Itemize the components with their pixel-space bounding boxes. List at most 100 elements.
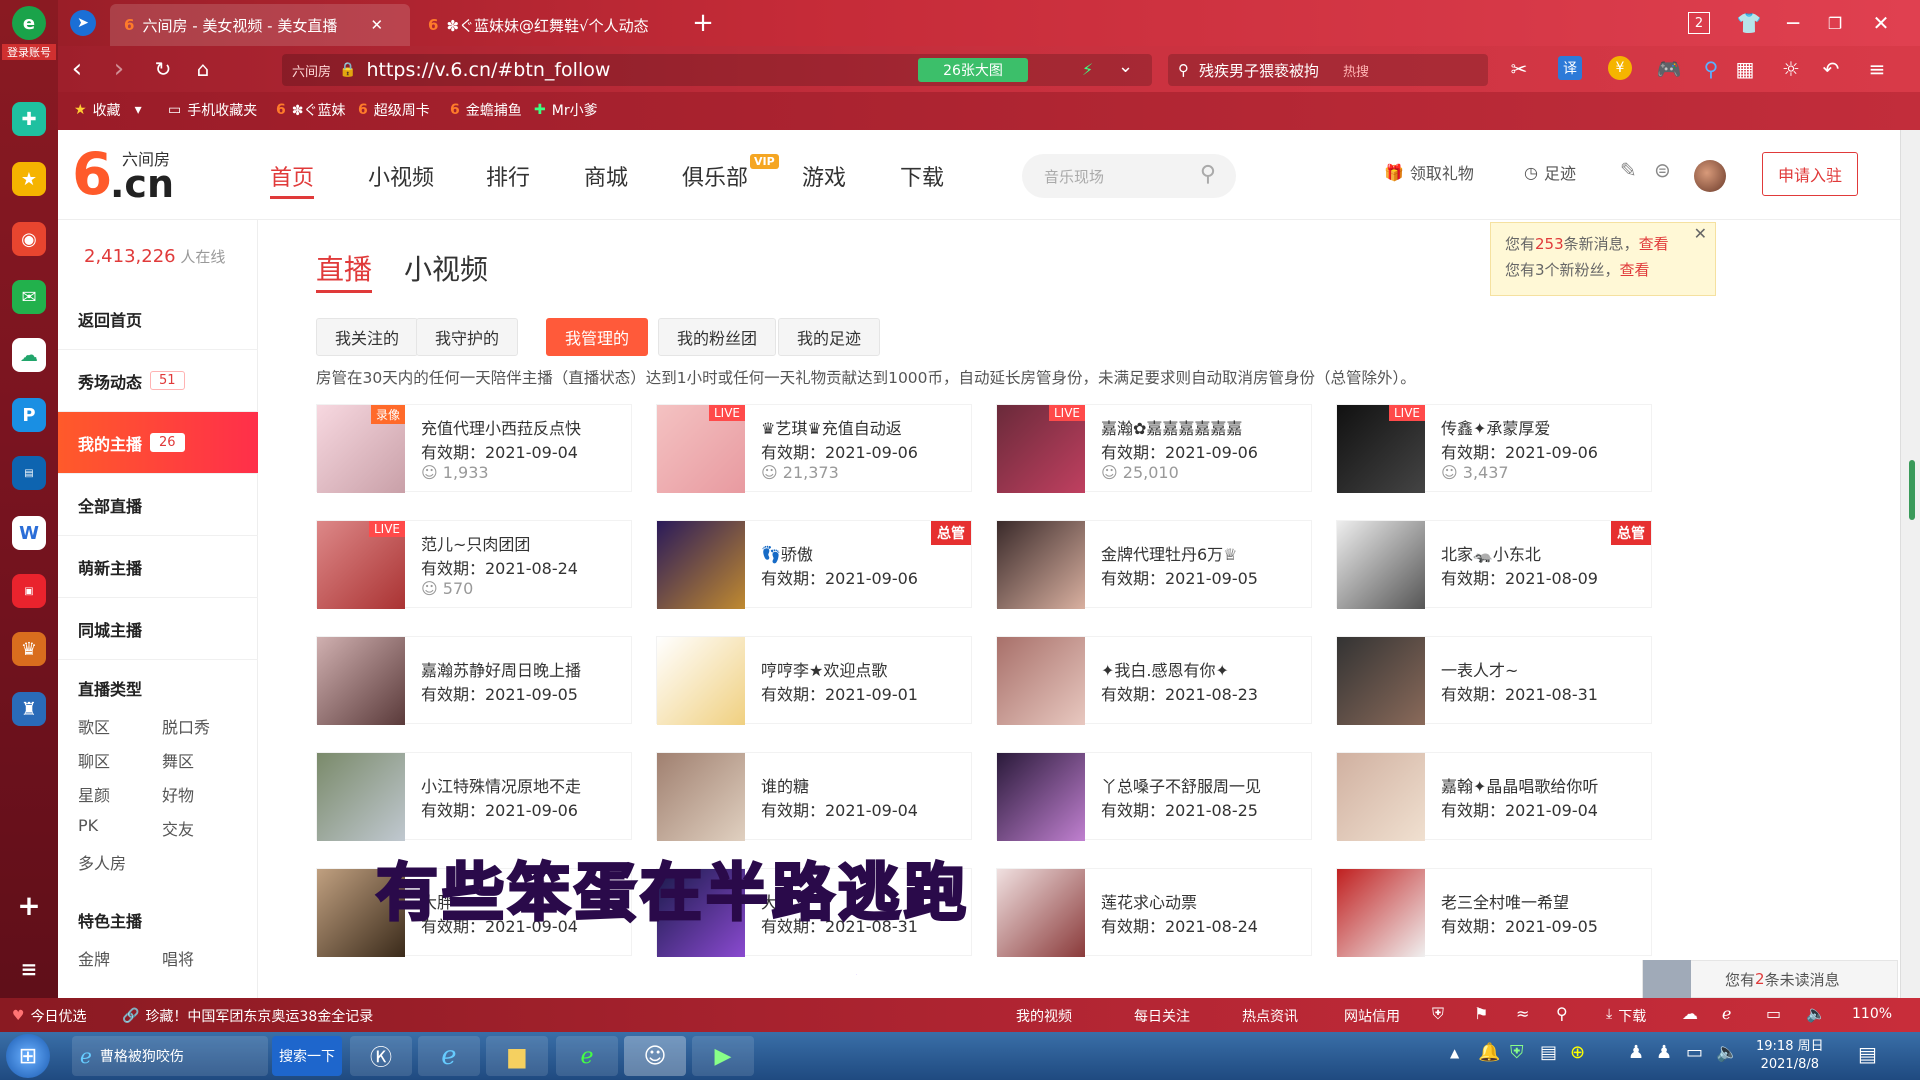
featured-item[interactable]: 唱将 bbox=[162, 946, 194, 970]
anchor-card[interactable]: LIVE 传鑫✦承蒙厚爱 有效期：2021-09-06 ☺ 3,437 bbox=[1336, 404, 1652, 493]
anchor-card[interactable]: 谁的糖 有效期：2021-09-04 bbox=[656, 752, 972, 841]
sidebar-item-local[interactable]: 同城主播 bbox=[58, 598, 258, 660]
anchor-thumbnail[interactable] bbox=[997, 637, 1085, 725]
browser-search[interactable]: ⚲ 残疾男子猥亵被拘 热搜 bbox=[1168, 54, 1488, 86]
chart-icon[interactable]: ⚑ bbox=[1474, 1004, 1488, 1023]
edit-icon[interactable]: ✎ bbox=[1620, 158, 1637, 182]
anchor-card[interactable]: LIVE 嘉瀚✿嘉嘉嘉嘉嘉嘉 有效期：2021-09-06 ☺ 25,010 bbox=[996, 404, 1312, 493]
anchor-thumbnail[interactable] bbox=[1337, 869, 1425, 957]
today-picks[interactable]: ♥ 今日优选 bbox=[12, 1006, 87, 1026]
anchor-name[interactable]: 充值代理小西菈反点快 bbox=[421, 415, 626, 439]
anchor-name[interactable]: ♛艺琪♛充值自动返 bbox=[761, 415, 966, 439]
grid-icon[interactable]: ▦ bbox=[1730, 54, 1760, 84]
anchor-thumbnail[interactable]: LIVE bbox=[657, 405, 745, 493]
gift-button[interactable]: 🎁 领取礼物 bbox=[1384, 160, 1474, 184]
game2-app-icon[interactable]: ♜ bbox=[12, 692, 46, 726]
wifi-icon[interactable]: ≈ bbox=[1516, 1004, 1529, 1023]
site-credit[interactable]: 网站信用 bbox=[1344, 1006, 1400, 1026]
chat-app-icon[interactable]: ☺ bbox=[624, 1036, 686, 1076]
hot-news[interactable]: 热点资讯 bbox=[1242, 1006, 1298, 1026]
brightness-icon[interactable]: ☼ bbox=[1776, 54, 1806, 84]
ie-icon[interactable]: ℯ bbox=[418, 1036, 480, 1076]
login-label[interactable]: 登录账号 bbox=[2, 44, 56, 60]
nav-ranking[interactable]: 排行 bbox=[486, 160, 530, 192]
anchor-thumbnail[interactable]: LIVE bbox=[1337, 405, 1425, 493]
tab-counter[interactable]: 2 bbox=[1688, 12, 1710, 34]
tab-live[interactable]: 直播 bbox=[316, 248, 373, 293]
anchor-name[interactable]: 传鑫✦承蒙厚爱 bbox=[1441, 415, 1646, 439]
sidebar-item-my-anchors[interactable]: 我的主播 26 bbox=[58, 412, 258, 474]
tab-1[interactable]: 6 六间房 - 美女视频 - 美女直播 ✕ bbox=[110, 4, 410, 46]
anchor-thumbnail[interactable] bbox=[317, 753, 405, 841]
anchor-name[interactable]: 哼哼李★欢迎点歌 bbox=[761, 657, 966, 681]
bookmark-lanmei[interactable]: 6 ✽ぐ蓝妹 bbox=[276, 100, 345, 120]
anchor-name[interactable]: 范儿~只肉团团 bbox=[421, 531, 626, 555]
shield-icon[interactable]: ⛨ bbox=[1510, 1042, 1524, 1063]
anchor-thumbnail[interactable] bbox=[657, 753, 745, 841]
footprint-button[interactable]: ◷ 足迹 bbox=[1524, 160, 1576, 184]
tab-2[interactable]: 6 ✽ぐ蓝妹妹@红舞鞋√个人动态 bbox=[414, 4, 714, 46]
game-app-icon[interactable]: ♛ bbox=[12, 632, 46, 666]
site-search-input[interactable]: 音乐现场 ⚲ bbox=[1022, 154, 1236, 198]
anchor-thumbnail[interactable]: 录像 bbox=[317, 405, 405, 493]
anchor-thumbnail[interactable] bbox=[997, 753, 1085, 841]
anchor-card[interactable]: LIVE ♛艺琪♛充值自动返 有效期：2021-09-06 ☺ 21,373 bbox=[656, 404, 972, 493]
anchor-thumbnail[interactable]: LIVE bbox=[997, 405, 1085, 493]
news-app-icon[interactable]: ▤ bbox=[12, 456, 46, 490]
anchor-name[interactable]: 谁的糖 bbox=[761, 773, 966, 797]
message-icon[interactable]: ⊜ bbox=[1654, 158, 1671, 182]
bookmark-mr[interactable]: ✚ Mr小爹 bbox=[534, 100, 598, 120]
download-button[interactable]: ⤓ 下载 bbox=[1606, 1006, 1646, 1026]
anchor-card[interactable]: 嘉翰✦晶晶唱歌给你听 有效期：2021-09-04 bbox=[1336, 752, 1652, 841]
type-item[interactable]: 好物 bbox=[162, 782, 194, 806]
apply-button[interactable]: 申请入驻 bbox=[1762, 152, 1858, 196]
anchor-name[interactable]: 丫总嗓子不舒服周一见 bbox=[1101, 773, 1306, 797]
bell-icon[interactable]: 🔔 bbox=[1478, 1042, 1500, 1063]
daily-follow[interactable]: 每日关注 bbox=[1134, 1006, 1190, 1026]
anchor-card[interactable]: 嘉瀚苏静好周日晚上播 有效期：2021-09-05 bbox=[316, 636, 632, 725]
browser-logo-icon[interactable]: e bbox=[12, 6, 46, 40]
anchor-thumbnail[interactable] bbox=[317, 637, 405, 725]
translate-icon[interactable]: 译 bbox=[1558, 56, 1582, 80]
anchor-card[interactable]: 莲花求心动票 有效期：2021-08-24 bbox=[996, 868, 1312, 957]
plus-circle-icon[interactable]: ⊕ bbox=[1570, 1042, 1585, 1063]
close-icon[interactable]: ✕ bbox=[370, 16, 383, 34]
anchor-card[interactable]: 老三全村唯一希望 有效期：2021-09-05 bbox=[1336, 868, 1652, 957]
menu-icon[interactable]: ≡ bbox=[1862, 54, 1892, 84]
tray-arrow-icon[interactable]: ▲ bbox=[1450, 1046, 1459, 1060]
view-link[interactable]: 查看 bbox=[1620, 261, 1650, 279]
type-item[interactable]: 舞区 bbox=[162, 748, 194, 772]
filter-footprint[interactable]: 我的足迹 bbox=[778, 318, 881, 356]
lightning-icon[interactable]: ⚡ bbox=[1082, 60, 1093, 79]
scrollbar[interactable] bbox=[1900, 130, 1920, 998]
star-icon[interactable]: ★ bbox=[12, 162, 46, 196]
anchor-name[interactable]: ✦我白.感恩有你✦ bbox=[1101, 657, 1306, 681]
featured-item[interactable]: 金牌 bbox=[78, 946, 110, 970]
anchor-thumbnail[interactable] bbox=[1337, 637, 1425, 725]
notification-icon[interactable]: ▤ bbox=[1858, 1042, 1877, 1066]
p-app-icon[interactable]: P bbox=[12, 398, 46, 432]
minimize-icon[interactable]: ─ bbox=[1778, 8, 1808, 38]
close-icon[interactable]: ✕ bbox=[1694, 221, 1707, 247]
shirt-icon[interactable]: 👕 bbox=[1734, 8, 1764, 38]
speaker-icon[interactable]: 🔈 bbox=[1716, 1042, 1738, 1063]
type-item[interactable]: 交友 bbox=[162, 816, 194, 840]
search-button[interactable]: 搜索一下 bbox=[272, 1036, 342, 1076]
scroll-thumb[interactable] bbox=[1909, 460, 1915, 520]
gamepad-icon[interactable]: 🎮 bbox=[1654, 54, 1684, 84]
anchor-name[interactable]: 嘉翰✦晶晶唱歌给你听 bbox=[1441, 773, 1646, 797]
anchor-name[interactable]: 老三全村唯一希望 bbox=[1441, 889, 1646, 913]
anchor-thumbnail[interactable] bbox=[657, 637, 745, 725]
type-item[interactable]: 多人房 bbox=[78, 850, 126, 874]
taskbar-app-browser[interactable]: ℯ 曹格被狗咬伤 bbox=[72, 1036, 268, 1076]
anchor-thumbnail[interactable] bbox=[997, 521, 1085, 609]
anchor-name[interactable]: 一表人才~ bbox=[1441, 657, 1646, 681]
k-app-icon[interactable]: Ⓚ bbox=[350, 1036, 412, 1076]
bookmark-favorites[interactable]: ★ 收藏 ▾ bbox=[74, 100, 142, 120]
word-icon[interactable]: W bbox=[12, 516, 46, 550]
compass-icon[interactable]: ➤ bbox=[70, 10, 96, 36]
type-item[interactable]: 歌区 bbox=[78, 714, 110, 738]
volume-icon[interactable]: 🔈 bbox=[1806, 1004, 1826, 1023]
nav-home[interactable]: 首页 bbox=[270, 160, 315, 199]
folder-icon[interactable]: ▆ bbox=[486, 1036, 548, 1076]
